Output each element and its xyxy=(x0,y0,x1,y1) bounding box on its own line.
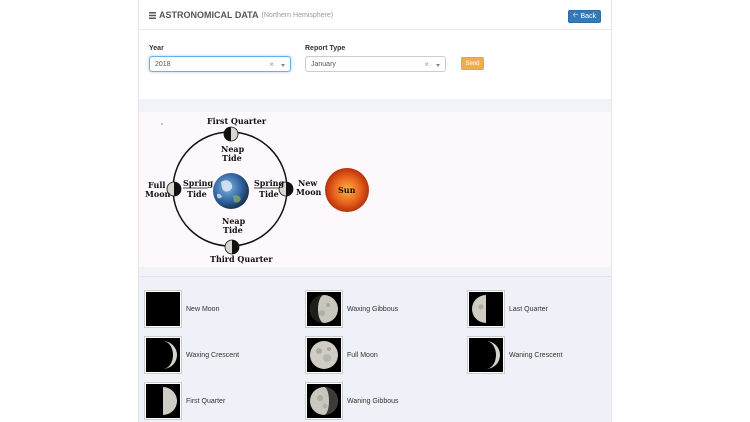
year-select[interactable]: 2018 × xyxy=(149,56,291,72)
report-type-select-value: January xyxy=(311,60,336,68)
full-moon-label-line2: Moon xyxy=(145,189,171,199)
year-label: Year xyxy=(149,45,164,52)
list-icon xyxy=(149,11,156,19)
arrow-left-icon: 🡠 xyxy=(572,12,579,19)
chevron-down-icon[interactable] xyxy=(436,64,440,67)
back-button[interactable]: 🡠 Back xyxy=(567,10,601,23)
phase-label: Waning Crescent xyxy=(509,351,563,359)
waxing-gibbous-icon xyxy=(305,290,343,328)
phase-item: Waning Gibbous xyxy=(305,382,399,420)
report-type-select[interactable]: January × xyxy=(305,56,446,72)
title-text: ASTRONOMICAL DATA xyxy=(159,10,259,20)
phase-item: Waning Crescent xyxy=(467,336,562,374)
phase-item: First Quarter xyxy=(144,382,225,420)
spring-tide-right-line2: Tide xyxy=(259,189,279,199)
neap-tide-top-line2: Tide xyxy=(222,153,242,163)
phase-label: First Quarter xyxy=(186,397,226,405)
phase-item: Last Quarter xyxy=(467,290,548,328)
clear-icon[interactable]: × xyxy=(269,60,274,69)
waning-gibbous-icon xyxy=(305,382,343,420)
moon-phase-legend: New Moon Waxing Crescent First Quarter W… xyxy=(139,277,611,422)
earth-icon xyxy=(213,173,249,209)
waning-crescent-icon xyxy=(467,336,505,374)
new-moon-icon xyxy=(144,290,182,328)
spring-tide-right-line1: Spring xyxy=(254,178,284,188)
waxing-crescent-icon xyxy=(144,336,182,374)
phase-label: Last Quarter xyxy=(509,305,548,313)
new-moon-label-line2: Moon xyxy=(296,187,322,197)
astronomical-data-panel: ASTRONOMICAL DATA (Northern Hemisphere) … xyxy=(138,0,612,422)
phase-label: New Moon xyxy=(186,305,220,313)
phase-item: New Moon xyxy=(144,290,219,328)
phase-item: Waxing Crescent xyxy=(144,336,239,374)
first-quarter-moon-icon xyxy=(223,126,239,142)
full-moon-icon xyxy=(305,336,343,374)
tide-orbit-diagram: Sun First Quarter Third Quarter Full Moo… xyxy=(145,116,369,264)
spring-tide-left-line2: Tide xyxy=(187,189,207,199)
sun-label: Sun xyxy=(338,185,356,195)
section-divider xyxy=(139,267,611,277)
third-quarter-moon-icon xyxy=(224,239,240,255)
back-button-label: Back xyxy=(580,13,596,20)
stray-dot xyxy=(161,123,163,125)
phase-label: Full Moon xyxy=(347,351,378,359)
phase-label: Waning Gibbous xyxy=(347,397,399,405)
phase-item: Full Moon xyxy=(305,336,378,374)
neap-tide-bottom-line2: Tide xyxy=(223,225,243,235)
panel-header: ASTRONOMICAL DATA (Northern Hemisphere) … xyxy=(139,0,611,30)
phase-label: Waxing Crescent xyxy=(186,351,240,359)
last-quarter-icon xyxy=(467,290,505,328)
section-divider xyxy=(139,99,611,112)
phase-label: Waxing Gibbous xyxy=(347,305,399,313)
send-button[interactable]: Send xyxy=(461,57,484,70)
spring-tide-left-line1: Spring xyxy=(183,178,213,188)
year-select-value: 2018 xyxy=(155,60,171,68)
phase-item: Waxing Gibbous xyxy=(305,290,398,328)
third-quarter-label: Third Quarter xyxy=(210,254,273,264)
first-quarter-label: First Quarter xyxy=(207,116,267,126)
page-title: ASTRONOMICAL DATA (Northern Hemisphere) xyxy=(149,10,333,20)
title-subtitle: (Northern Hemisphere) xyxy=(261,11,334,19)
moon-phase-diagram: Sun First Quarter Third Quarter Full Moo… xyxy=(139,112,611,267)
clear-icon[interactable]: × xyxy=(424,60,429,69)
chevron-down-icon[interactable] xyxy=(281,64,285,67)
first-quarter-icon xyxy=(144,382,182,420)
report-type-label: Report Type xyxy=(305,45,346,52)
